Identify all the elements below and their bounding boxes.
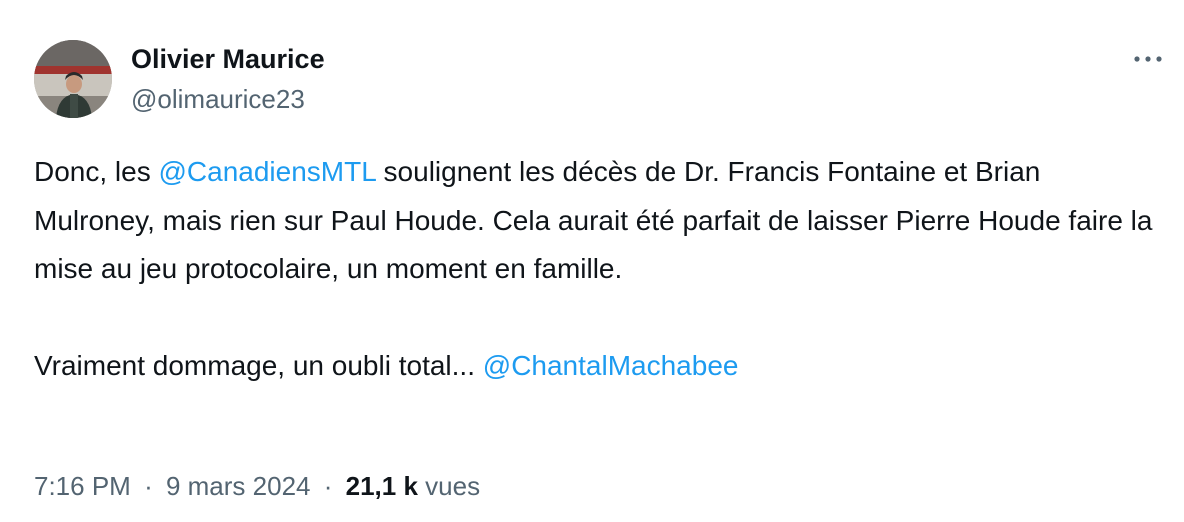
tweet-text-part: Donc, les — [34, 156, 159, 187]
tweet-paragraph: Vraiment dommage, un oubli total... @Cha… — [34, 342, 1154, 391]
views-label: vues — [425, 471, 481, 501]
more-horizontal-icon — [1134, 56, 1162, 62]
tweet-date[interactable]: 9 mars 2024 — [166, 471, 311, 501]
tweet-text: Donc, les @CanadiensMTL soulignent les d… — [34, 148, 1154, 391]
tweet-text-part: Vraiment dommage, un oubli total... — [34, 350, 483, 381]
meta-separator: · — [144, 471, 153, 501]
views-count: 21,1 k — [345, 471, 418, 501]
mention-link[interactable]: @CanadiensMTL — [159, 156, 376, 187]
avatar[interactable] — [34, 40, 112, 118]
tweet-card: Olivier Maurice @olimaurice23 Donc, les … — [0, 0, 1184, 522]
author-handle[interactable]: @olimaurice23 — [131, 82, 305, 116]
mention-link[interactable]: @ChantalMachabee — [483, 350, 739, 381]
meta-separator: · — [323, 471, 333, 501]
more-options-button[interactable] — [1128, 42, 1168, 76]
author-name[interactable]: Olivier Maurice — [131, 42, 325, 76]
tweet-meta: 7:16 PM · 9 mars 2024 · 21,1 k vues — [34, 469, 480, 503]
tweet-paragraph: Donc, les @CanadiensMTL soulignent les d… — [34, 148, 1154, 294]
tweet-time[interactable]: 7:16 PM — [34, 471, 131, 501]
avatar-photo — [34, 40, 112, 118]
